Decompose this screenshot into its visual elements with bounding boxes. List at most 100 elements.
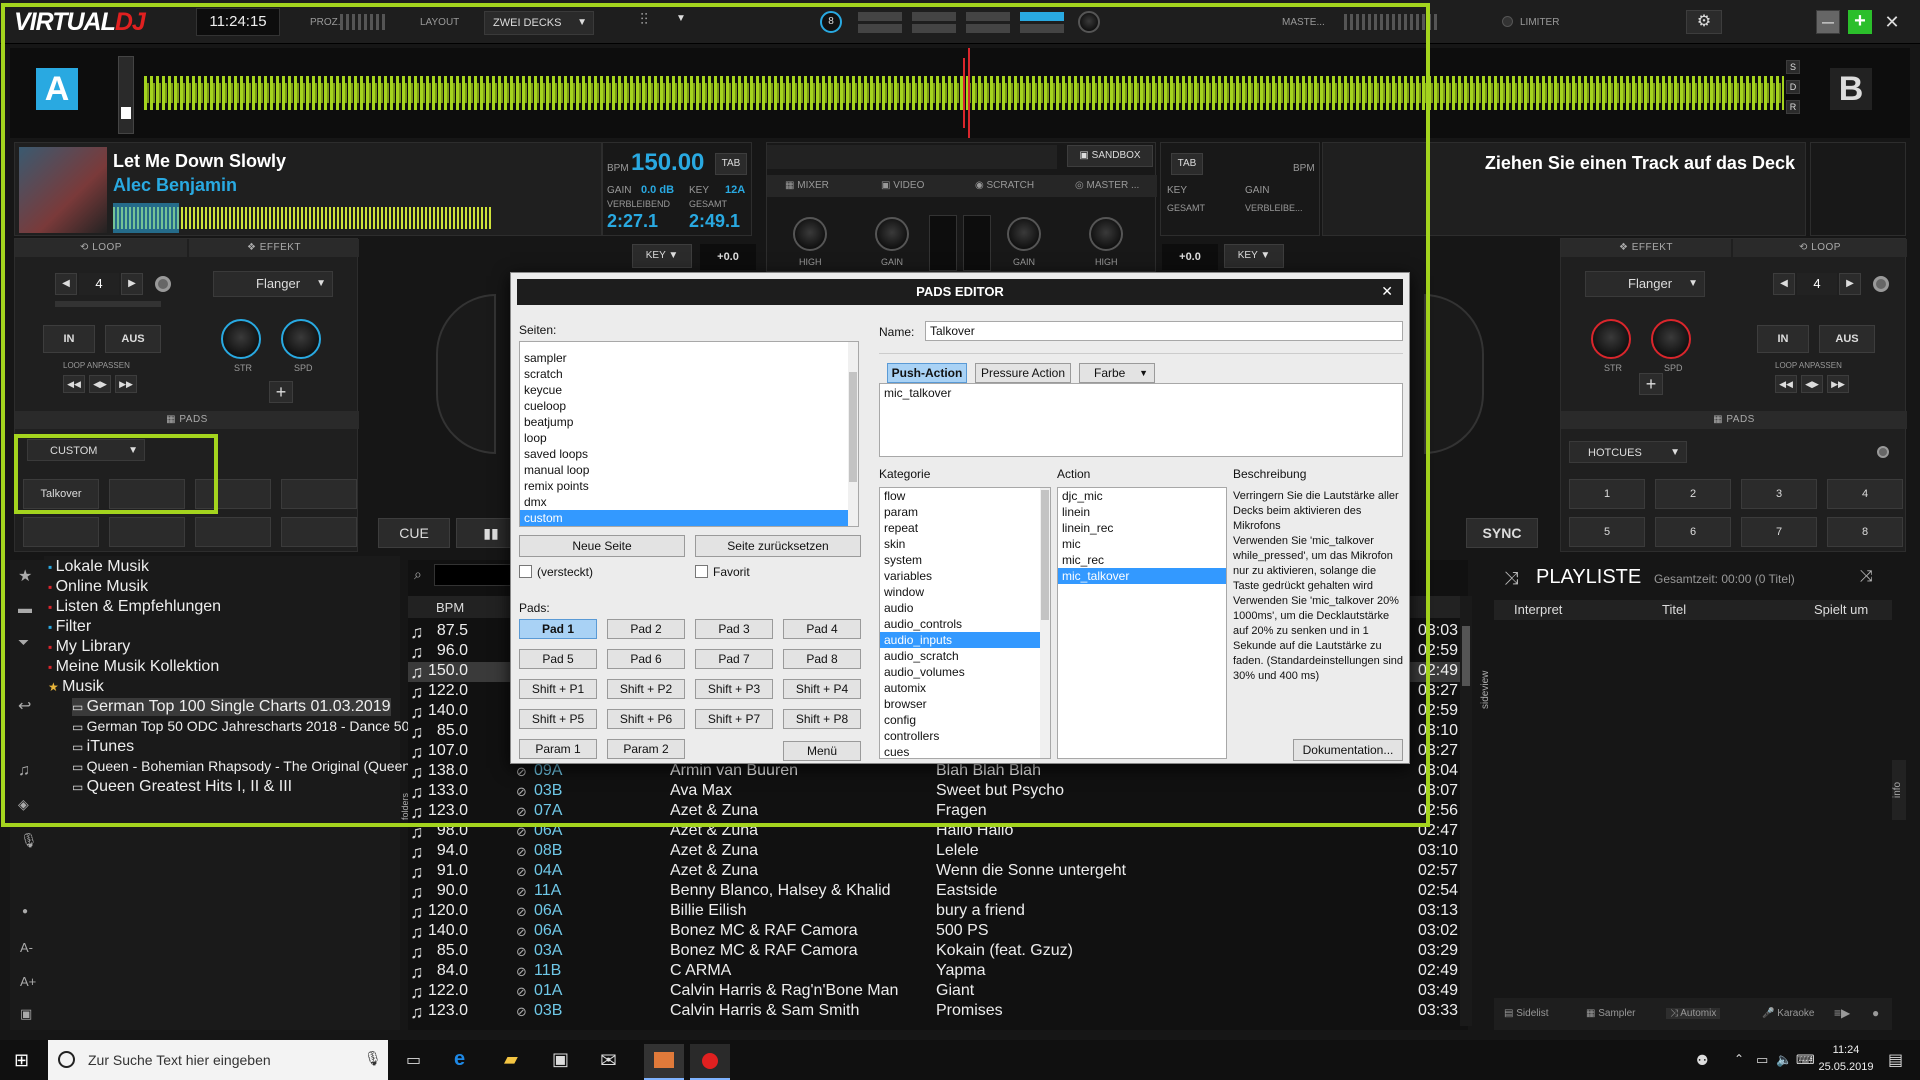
tab-pressure-action[interactable]: Pressure Action: [975, 363, 1071, 383]
maximize-icon[interactable]: +: [1848, 10, 1872, 34]
pad-editor-button[interactable]: Shift + P6: [607, 709, 685, 729]
documentation-button[interactable]: Dokumentation...: [1293, 739, 1403, 761]
list-item[interactable]: linein: [1058, 504, 1226, 520]
shuffle-icon[interactable]: ⤨: [1860, 568, 1873, 586]
name-field[interactable]: Talkover: [925, 321, 1403, 341]
list-item[interactable]: audio_scratch: [880, 648, 1050, 664]
edge-icon[interactable]: e: [454, 1048, 465, 1071]
loop-prev-icon[interactable]: ◀: [1773, 273, 1795, 295]
list-item-selected[interactable]: mic_talkover: [1058, 568, 1226, 584]
col-interpret[interactable]: Interpret: [1514, 602, 1562, 617]
side-r-button[interactable]: R: [1786, 100, 1800, 114]
mic-icon[interactable]: 🎙: [20, 832, 38, 849]
people-icon[interactable]: ⚉: [1696, 1052, 1709, 1069]
pad-editor-button[interactable]: Pad 4: [783, 619, 861, 639]
font-smaller-icon[interactable]: A-: [20, 940, 33, 955]
list-item[interactable]: cueloop: [520, 398, 858, 414]
pad-b-8[interactable]: 8: [1827, 517, 1903, 547]
effect-str-knob[interactable]: [1591, 319, 1631, 359]
list-item[interactable]: audio_volumes: [880, 664, 1050, 680]
list-item[interactable]: cues: [880, 744, 1050, 758]
list-item[interactable]: scratch: [520, 366, 858, 382]
loop-in-button[interactable]: IN: [1757, 325, 1809, 353]
list-item[interactable]: keycue: [520, 382, 858, 398]
tab-push-action[interactable]: Push-Action: [887, 363, 967, 383]
info-label[interactable]: info: [1892, 760, 1906, 820]
app-icon[interactable]: [644, 1044, 684, 1080]
side-d-button[interactable]: D: [1786, 80, 1800, 94]
toggle-icon[interactable]: ≡▶: [1834, 1006, 1850, 1020]
list-item[interactable]: automix: [880, 680, 1050, 696]
list-item[interactable]: linein_rec: [1058, 520, 1226, 536]
store-icon[interactable]: ▣: [552, 1049, 569, 1070]
hidden-checkbox[interactable]: [519, 565, 532, 578]
pad-mode-dropdown[interactable]: HOTCUES ▼: [1569, 441, 1687, 463]
list-item[interactable]: dmx: [520, 494, 858, 510]
loop-move-icon[interactable]: ◀▶: [1801, 375, 1823, 393]
jogwheel-b[interactable]: [1424, 294, 1484, 454]
pad-editor-button[interactable]: Pad 5: [519, 649, 597, 669]
pad-editor-button[interactable]: Param 2: [607, 739, 685, 759]
settings-icon[interactable]: ●: [1872, 1006, 1879, 1020]
list-item[interactable]: window: [880, 584, 1050, 600]
col-spielt-um[interactable]: Spielt um: [1814, 602, 1868, 617]
list-item[interactable]: sampler: [520, 350, 858, 366]
tab-sampler[interactable]: ▦ Sampler: [1586, 1008, 1635, 1019]
pad-b-7[interactable]: 7: [1741, 517, 1817, 547]
list-item[interactable]: repeat: [880, 520, 1050, 536]
limiter-led[interactable]: [1502, 16, 1513, 27]
dot-icon[interactable]: ●: [22, 906, 28, 917]
table-row[interactable]: ♫ 90.0 11A Benny Blanco, Halsey & Khalid Eas…: [408, 882, 1468, 902]
list-item[interactable]: mic_rec: [1058, 552, 1226, 568]
task-view-icon[interactable]: ▭: [406, 1050, 421, 1070]
deck-b-cover[interactable]: [1810, 142, 1906, 236]
tab-karaoke[interactable]: 🎤 Karaoke: [1762, 1008, 1814, 1019]
pad-editor-button[interactable]: Pad 6: [607, 649, 685, 669]
list-item[interactable]: flow: [880, 488, 1050, 504]
loop-roll-icon[interactable]: [1873, 276, 1889, 292]
pad-b-6[interactable]: 6: [1655, 517, 1731, 547]
kategorie-list[interactable]: flow param repeat skin system variables window…: [879, 487, 1051, 759]
pad-editor-button[interactable]: Shift + P1: [519, 679, 597, 699]
list-item[interactable]: beatjump: [520, 414, 858, 430]
pad-b-2[interactable]: 2: [1655, 479, 1731, 509]
pad-editor-button[interactable]: Shift + P8: [783, 709, 861, 729]
layout-icon[interactable]: ▣: [20, 1006, 32, 1022]
loop-out-button[interactable]: AUS: [1819, 325, 1875, 353]
network-icon[interactable]: ▭: [1756, 1052, 1768, 1068]
virtualdj-taskbar-icon[interactable]: [690, 1044, 730, 1080]
side-s-button[interactable]: S: [1786, 60, 1800, 74]
loop-half-icon[interactable]: ◀◀: [1775, 375, 1797, 393]
pad-b-1[interactable]: 1: [1569, 479, 1645, 509]
pad-editor-button[interactable]: Pad 8: [783, 649, 861, 669]
pad-b-5[interactable]: 5: [1569, 517, 1645, 547]
list-item[interactable]: param: [880, 504, 1050, 520]
list-scrollbar[interactable]: [1460, 596, 1472, 1026]
add-effect-icon[interactable]: +: [1639, 373, 1663, 395]
clock-date[interactable]: 25.05.2019: [1816, 1061, 1876, 1073]
pad-editor-button[interactable]: Shift + P5: [519, 709, 597, 729]
list-item[interactable]: browser: [880, 696, 1050, 712]
new-page-button[interactable]: Neue Seite: [519, 535, 685, 557]
loop-double-icon[interactable]: ▶▶: [1827, 375, 1849, 393]
sideview-label[interactable]: sideview: [1480, 560, 1494, 820]
list-item[interactable]: system: [880, 552, 1050, 568]
keyboard-icon[interactable]: ⌨: [1796, 1052, 1815, 1068]
mail-icon[interactable]: ✉: [600, 1048, 617, 1073]
action-script-field[interactable]: mic_talkover: [879, 383, 1403, 457]
taskbar-search[interactable]: Zur Suche Text hier eingeben 🎙: [48, 1040, 388, 1080]
font-larger-icon[interactable]: A+: [20, 974, 36, 989]
list-item[interactable]: audio: [880, 600, 1050, 616]
list-item-selected[interactable]: audio_inputs: [880, 632, 1050, 648]
pad-editor-button[interactable]: Param 1: [519, 739, 597, 759]
list-item[interactable]: saved loops: [520, 446, 858, 462]
menu-button[interactable]: Menü: [783, 741, 861, 761]
settings-gear-icon[interactable]: ⚙: [1686, 10, 1722, 34]
pad-b-4[interactable]: 4: [1827, 479, 1903, 509]
effect-spd-knob[interactable]: [1651, 319, 1691, 359]
pad-editor-button[interactable]: Shift + P2: [607, 679, 685, 699]
table-row[interactable]: ♫ 140.0 06A Bonez MC & RAF Camora 500 PS 03:0…: [408, 922, 1468, 942]
minimize-icon[interactable]: —: [1816, 10, 1840, 34]
list-item[interactable]: mic: [1058, 536, 1226, 552]
seiten-list[interactable]: sampler scratch keycue cueloop beatjump …: [519, 341, 859, 527]
